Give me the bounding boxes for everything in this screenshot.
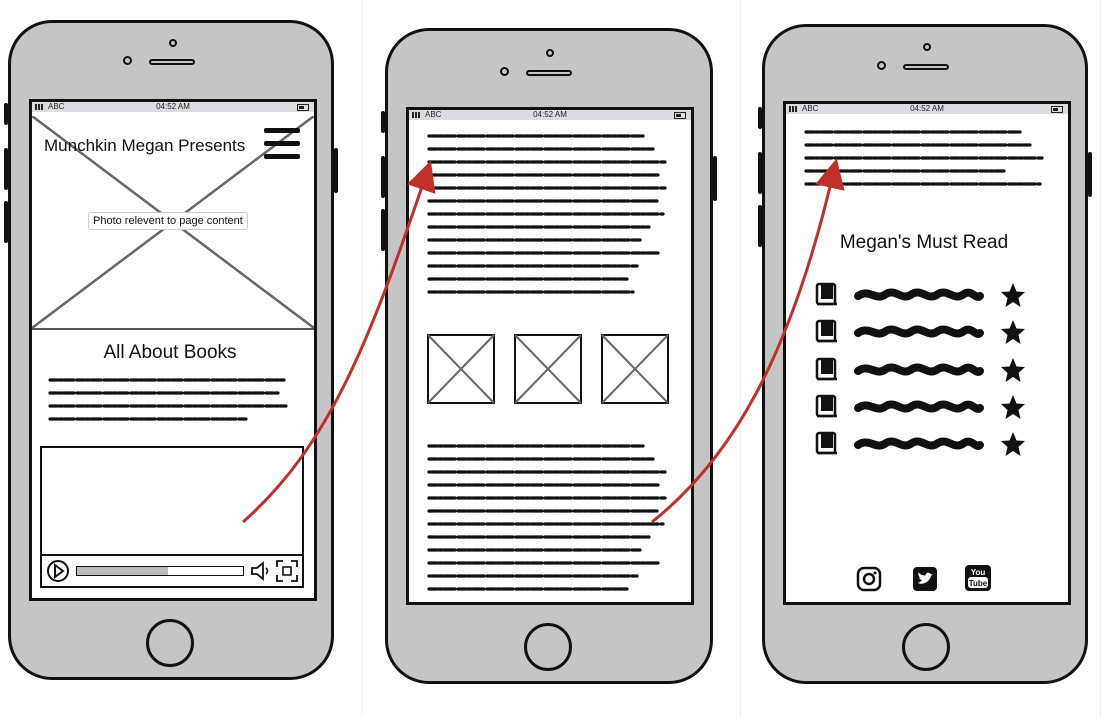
volume-down-button xyxy=(381,209,385,251)
book-icon xyxy=(815,357,837,381)
volume-up-button xyxy=(4,148,8,190)
list-item[interactable] xyxy=(814,317,1044,347)
hamburger-menu-icon[interactable] xyxy=(264,128,300,160)
gallery-image-3 xyxy=(601,334,669,404)
camera-icon xyxy=(877,61,886,70)
speaker-grille xyxy=(903,64,949,70)
volume-up-button xyxy=(381,156,385,198)
grid-line xyxy=(1100,0,1101,717)
video-progress-bar[interactable] xyxy=(76,566,244,576)
gallery-image-1 xyxy=(427,334,495,404)
placeholder-text-block xyxy=(427,444,667,591)
phone-screen: ABC 04:52 AM Munchkin Megan Presents Pho… xyxy=(29,99,317,601)
power-button xyxy=(1088,152,1092,197)
star-icon[interactable] xyxy=(1000,282,1026,308)
title-scribble xyxy=(854,437,984,450)
placeholder-text-block xyxy=(48,378,288,421)
volume-icon[interactable] xyxy=(250,560,272,582)
phone-screen: ABC 04:52 AM Megan's Must Read You Tube xyxy=(783,101,1071,605)
placeholder-text-block xyxy=(427,134,667,294)
clock: 04:52 AM xyxy=(156,102,190,111)
status-bar: ABC 04:52 AM xyxy=(32,102,314,112)
mute-switch xyxy=(758,107,762,129)
section-heading: All About Books xyxy=(103,342,237,363)
youtube-icon[interactable]: You Tube xyxy=(964,564,992,592)
list-item[interactable] xyxy=(814,355,1044,385)
svg-text:You: You xyxy=(971,568,986,577)
clock: 04:52 AM xyxy=(910,104,944,113)
list-item[interactable] xyxy=(814,280,1044,310)
star-icon[interactable] xyxy=(1000,357,1026,383)
title-scribble xyxy=(854,363,984,376)
battery-icon xyxy=(1051,106,1063,113)
placeholder-text-block xyxy=(804,130,1044,186)
reading-list xyxy=(814,280,1044,470)
site-title: Munchkin Megan Presents xyxy=(44,136,246,155)
instagram-icon[interactable] xyxy=(856,566,882,592)
star-icon[interactable] xyxy=(1000,431,1026,457)
book-icon xyxy=(815,319,837,343)
battery-icon xyxy=(297,104,309,111)
sensor-icon xyxy=(169,39,177,47)
mute-switch xyxy=(381,111,385,133)
speaker-grille xyxy=(149,59,195,65)
home-button[interactable] xyxy=(902,623,950,671)
twitter-icon[interactable] xyxy=(912,566,938,592)
power-button xyxy=(713,156,717,201)
speaker-grille xyxy=(526,70,572,76)
mute-switch xyxy=(4,103,8,125)
phone-mockup-reading-list: ABC 04:52 AM Megan's Must Read You Tube xyxy=(758,24,1092,684)
grid-line xyxy=(362,0,363,717)
status-bar: ABC 04:52 AM xyxy=(409,110,691,120)
phone-screen: ABC 04:52 AM xyxy=(406,107,694,605)
gallery-image-2 xyxy=(514,334,582,404)
reading-list-heading: Megan's Must Read xyxy=(839,232,1009,253)
book-icon xyxy=(815,282,837,306)
phone-mockup-home: ABC 04:52 AM Munchkin Megan Presents Pho… xyxy=(4,20,338,680)
grid-line xyxy=(740,0,741,717)
phone-mockup-article: ABC 04:52 AM xyxy=(381,28,717,684)
camera-icon xyxy=(500,67,509,76)
camera-icon xyxy=(123,56,132,65)
title-scribble xyxy=(854,288,984,301)
play-icon[interactable] xyxy=(46,559,70,583)
book-icon xyxy=(815,394,837,418)
power-button xyxy=(334,148,338,193)
list-item[interactable] xyxy=(814,392,1044,422)
volume-down-button xyxy=(758,205,762,247)
clock: 04:52 AM xyxy=(533,110,567,119)
hero-image-label: Photo relevent to page content xyxy=(88,212,248,230)
sensor-icon xyxy=(546,49,554,57)
svg-text:Tube: Tube xyxy=(969,579,988,588)
home-button[interactable] xyxy=(524,623,572,671)
video-player[interactable] xyxy=(40,446,304,588)
star-icon[interactable] xyxy=(1000,319,1026,345)
star-icon[interactable] xyxy=(1000,394,1026,420)
title-scribble xyxy=(854,400,984,413)
list-item[interactable] xyxy=(814,429,1044,459)
status-bar: ABC 04:52 AM xyxy=(786,104,1068,114)
battery-icon xyxy=(674,112,686,119)
volume-up-button xyxy=(758,152,762,194)
home-button[interactable] xyxy=(146,619,194,667)
video-controls xyxy=(42,554,302,586)
book-icon xyxy=(815,431,837,455)
video-progress-fill xyxy=(77,567,169,575)
sensor-icon xyxy=(923,43,931,51)
title-scribble xyxy=(854,325,984,338)
volume-down-button xyxy=(4,201,8,243)
fullscreen-icon[interactable] xyxy=(276,560,298,582)
